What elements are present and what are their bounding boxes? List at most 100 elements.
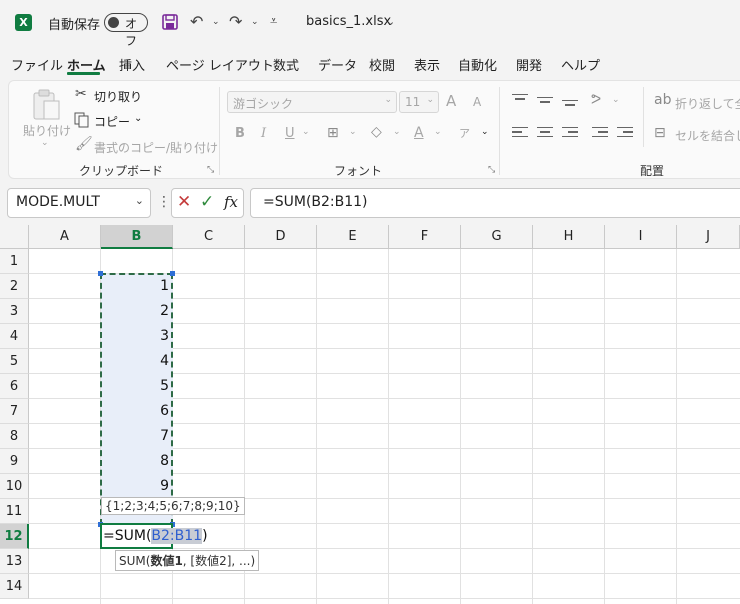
enter-icon[interactable]: ✓ [200, 192, 214, 212]
chevron-down-icon: ⌄ [426, 95, 434, 105]
column-header-c[interactable]: C [173, 225, 245, 249]
font-name-select[interactable]: 游ゴシック ⌄ [227, 91, 397, 113]
column-header-h[interactable]: H [533, 225, 605, 249]
insert-function-icon[interactable]: fx [224, 193, 238, 211]
row-header-10[interactable]: 10 [0, 474, 29, 499]
tab-data[interactable]: データ [318, 55, 357, 74]
font-name-value: 游ゴシック [233, 97, 294, 111]
undo-icon[interactable]: ↶ [190, 11, 203, 33]
font-size-value: 11 [405, 95, 421, 109]
column-header-f[interactable]: F [389, 225, 461, 249]
tab-insert[interactable]: 挿入 [119, 55, 145, 74]
italic-button[interactable]: I [261, 126, 266, 141]
tab-file[interactable]: ファイル [11, 55, 63, 74]
orientation-icon[interactable]: ᕗ [591, 92, 601, 108]
more-options-icon[interactable]: ⋮ [157, 194, 171, 210]
font-size-select[interactable]: 11 ⌄ [399, 91, 439, 113]
column-header-g[interactable]: G [461, 225, 533, 249]
autosave-toggle[interactable]: オフ [104, 13, 148, 48]
merge-cells-button[interactable]: セルを結合して [675, 127, 740, 144]
paste-dropdown-icon[interactable]: ⌄ [41, 138, 49, 148]
save-icon[interactable] [161, 13, 179, 35]
row-header-12[interactable]: 12 [0, 524, 29, 549]
tab-help[interactable]: ヘルプ [561, 55, 600, 74]
formula-input[interactable]: =SUM(B2:B11) [250, 188, 740, 218]
tab-automate[interactable]: 自動化 [458, 55, 497, 74]
row-header-2[interactable]: 2 [0, 274, 29, 299]
tab-developer[interactable]: 開発 [516, 55, 542, 74]
align-middle-icon[interactable] [537, 97, 553, 109]
shrink-font-button[interactable]: A [473, 95, 481, 109]
paste-button[interactable]: 貼り付け [23, 122, 71, 139]
select-all-corner[interactable] [0, 225, 29, 249]
customize-toolbar-icon[interactable]: ⩡ [270, 11, 277, 33]
wrap-text-button[interactable]: 折り返して全体 [675, 95, 740, 112]
gridline [388, 249, 389, 604]
row-header-9[interactable]: 9 [0, 449, 29, 474]
range-handle[interactable] [98, 271, 103, 276]
tooltip-current-arg: 数値1 [150, 554, 183, 568]
phonetic-button[interactable]: ア [459, 125, 470, 141]
column-header-a[interactable]: A [29, 225, 101, 249]
column-header-j[interactable]: J [677, 225, 740, 249]
row-header-3[interactable]: 3 [0, 299, 29, 324]
phonetic-dropdown-icon[interactable]: ⌄ [481, 127, 489, 137]
row-header-1[interactable]: 1 [0, 249, 29, 274]
align-top-icon[interactable] [512, 94, 528, 106]
row-header-6[interactable]: 6 [0, 374, 29, 399]
formula-range-ref: B2:B11 [151, 528, 203, 544]
copy-dropdown-icon[interactable]: ⌄ [134, 113, 142, 124]
increase-indent-icon[interactable] [617, 127, 633, 139]
cell-edit-text[interactable]: =SUM(B2:B11) [103, 524, 208, 549]
decrease-indent-icon[interactable] [592, 127, 608, 139]
redo-icon[interactable]: ↷ [229, 11, 242, 33]
column-header-i[interactable]: I [605, 225, 677, 249]
align-bottom-icon[interactable] [562, 100, 578, 112]
clipboard-launcher-icon[interactable]: ⤡ [207, 165, 214, 175]
column-header-d[interactable]: D [245, 225, 317, 249]
format-painter-button[interactable]: 書式のコピー/貼り付け [94, 139, 218, 156]
bold-button[interactable]: B [235, 126, 245, 141]
copy-button[interactable]: コピー [94, 113, 130, 130]
filename[interactable]: basics_1.xlsx [306, 14, 391, 29]
tab-formulas[interactable]: 数式 [273, 55, 299, 74]
underline-dropdown-icon[interactable]: ⌄ [302, 127, 310, 137]
cancel-icon[interactable]: ✕ [177, 192, 191, 212]
redo-dropdown-icon[interactable]: ⌄ [251, 11, 259, 33]
worksheet-grid[interactable]: A B C D E F G H I J 1 2 3 4 5 6 7 8 9 10… [0, 225, 740, 604]
underline-button[interactable]: U [285, 126, 295, 141]
tab-view[interactable]: 表示 [414, 55, 440, 74]
column-header-e[interactable]: E [317, 225, 389, 249]
tab-page-layout[interactable]: ページ レイアウト [166, 55, 274, 74]
row-header-11[interactable]: 11 [0, 499, 29, 524]
copy-icon [74, 112, 89, 128]
font-color-button[interactable]: A [414, 125, 424, 141]
fill-color-icon[interactable]: ◇ [371, 124, 382, 140]
filename-chevron-icon[interactable]: ⌄ [386, 11, 395, 33]
font-color-dropdown-icon[interactable]: ⌄ [434, 127, 442, 137]
row-header-7[interactable]: 7 [0, 399, 29, 424]
borders-dropdown-icon[interactable]: ⌄ [349, 127, 357, 137]
align-right-icon[interactable] [562, 127, 578, 139]
row-header-14[interactable]: 14 [0, 574, 29, 599]
row-header-4[interactable]: 4 [0, 324, 29, 349]
tab-review[interactable]: 校閲 [369, 55, 395, 74]
font-launcher-icon[interactable]: ⤡ [488, 165, 495, 175]
cut-button[interactable]: 切り取り [94, 88, 142, 105]
fill-dropdown-icon[interactable]: ⌄ [393, 127, 401, 137]
orientation-dropdown-icon[interactable]: ⌄ [612, 95, 620, 105]
align-left-icon[interactable] [512, 127, 528, 139]
align-center-icon[interactable] [537, 127, 553, 139]
paste-icon[interactable] [31, 87, 61, 121]
row-header-5[interactable]: 5 [0, 349, 29, 374]
column-header-b[interactable]: B [101, 225, 173, 249]
referenced-range-border [100, 273, 173, 525]
excel-logo-icon: X [15, 14, 32, 31]
row-header-8[interactable]: 8 [0, 424, 29, 449]
grow-font-button[interactable]: A [446, 92, 456, 110]
row-header-13[interactable]: 13 [0, 549, 29, 574]
borders-icon[interactable]: ⊞ [327, 125, 339, 141]
name-box[interactable]: MODE.MULT ⌄ [7, 188, 151, 218]
range-handle[interactable] [170, 271, 175, 276]
undo-dropdown-icon[interactable]: ⌄ [212, 11, 220, 33]
